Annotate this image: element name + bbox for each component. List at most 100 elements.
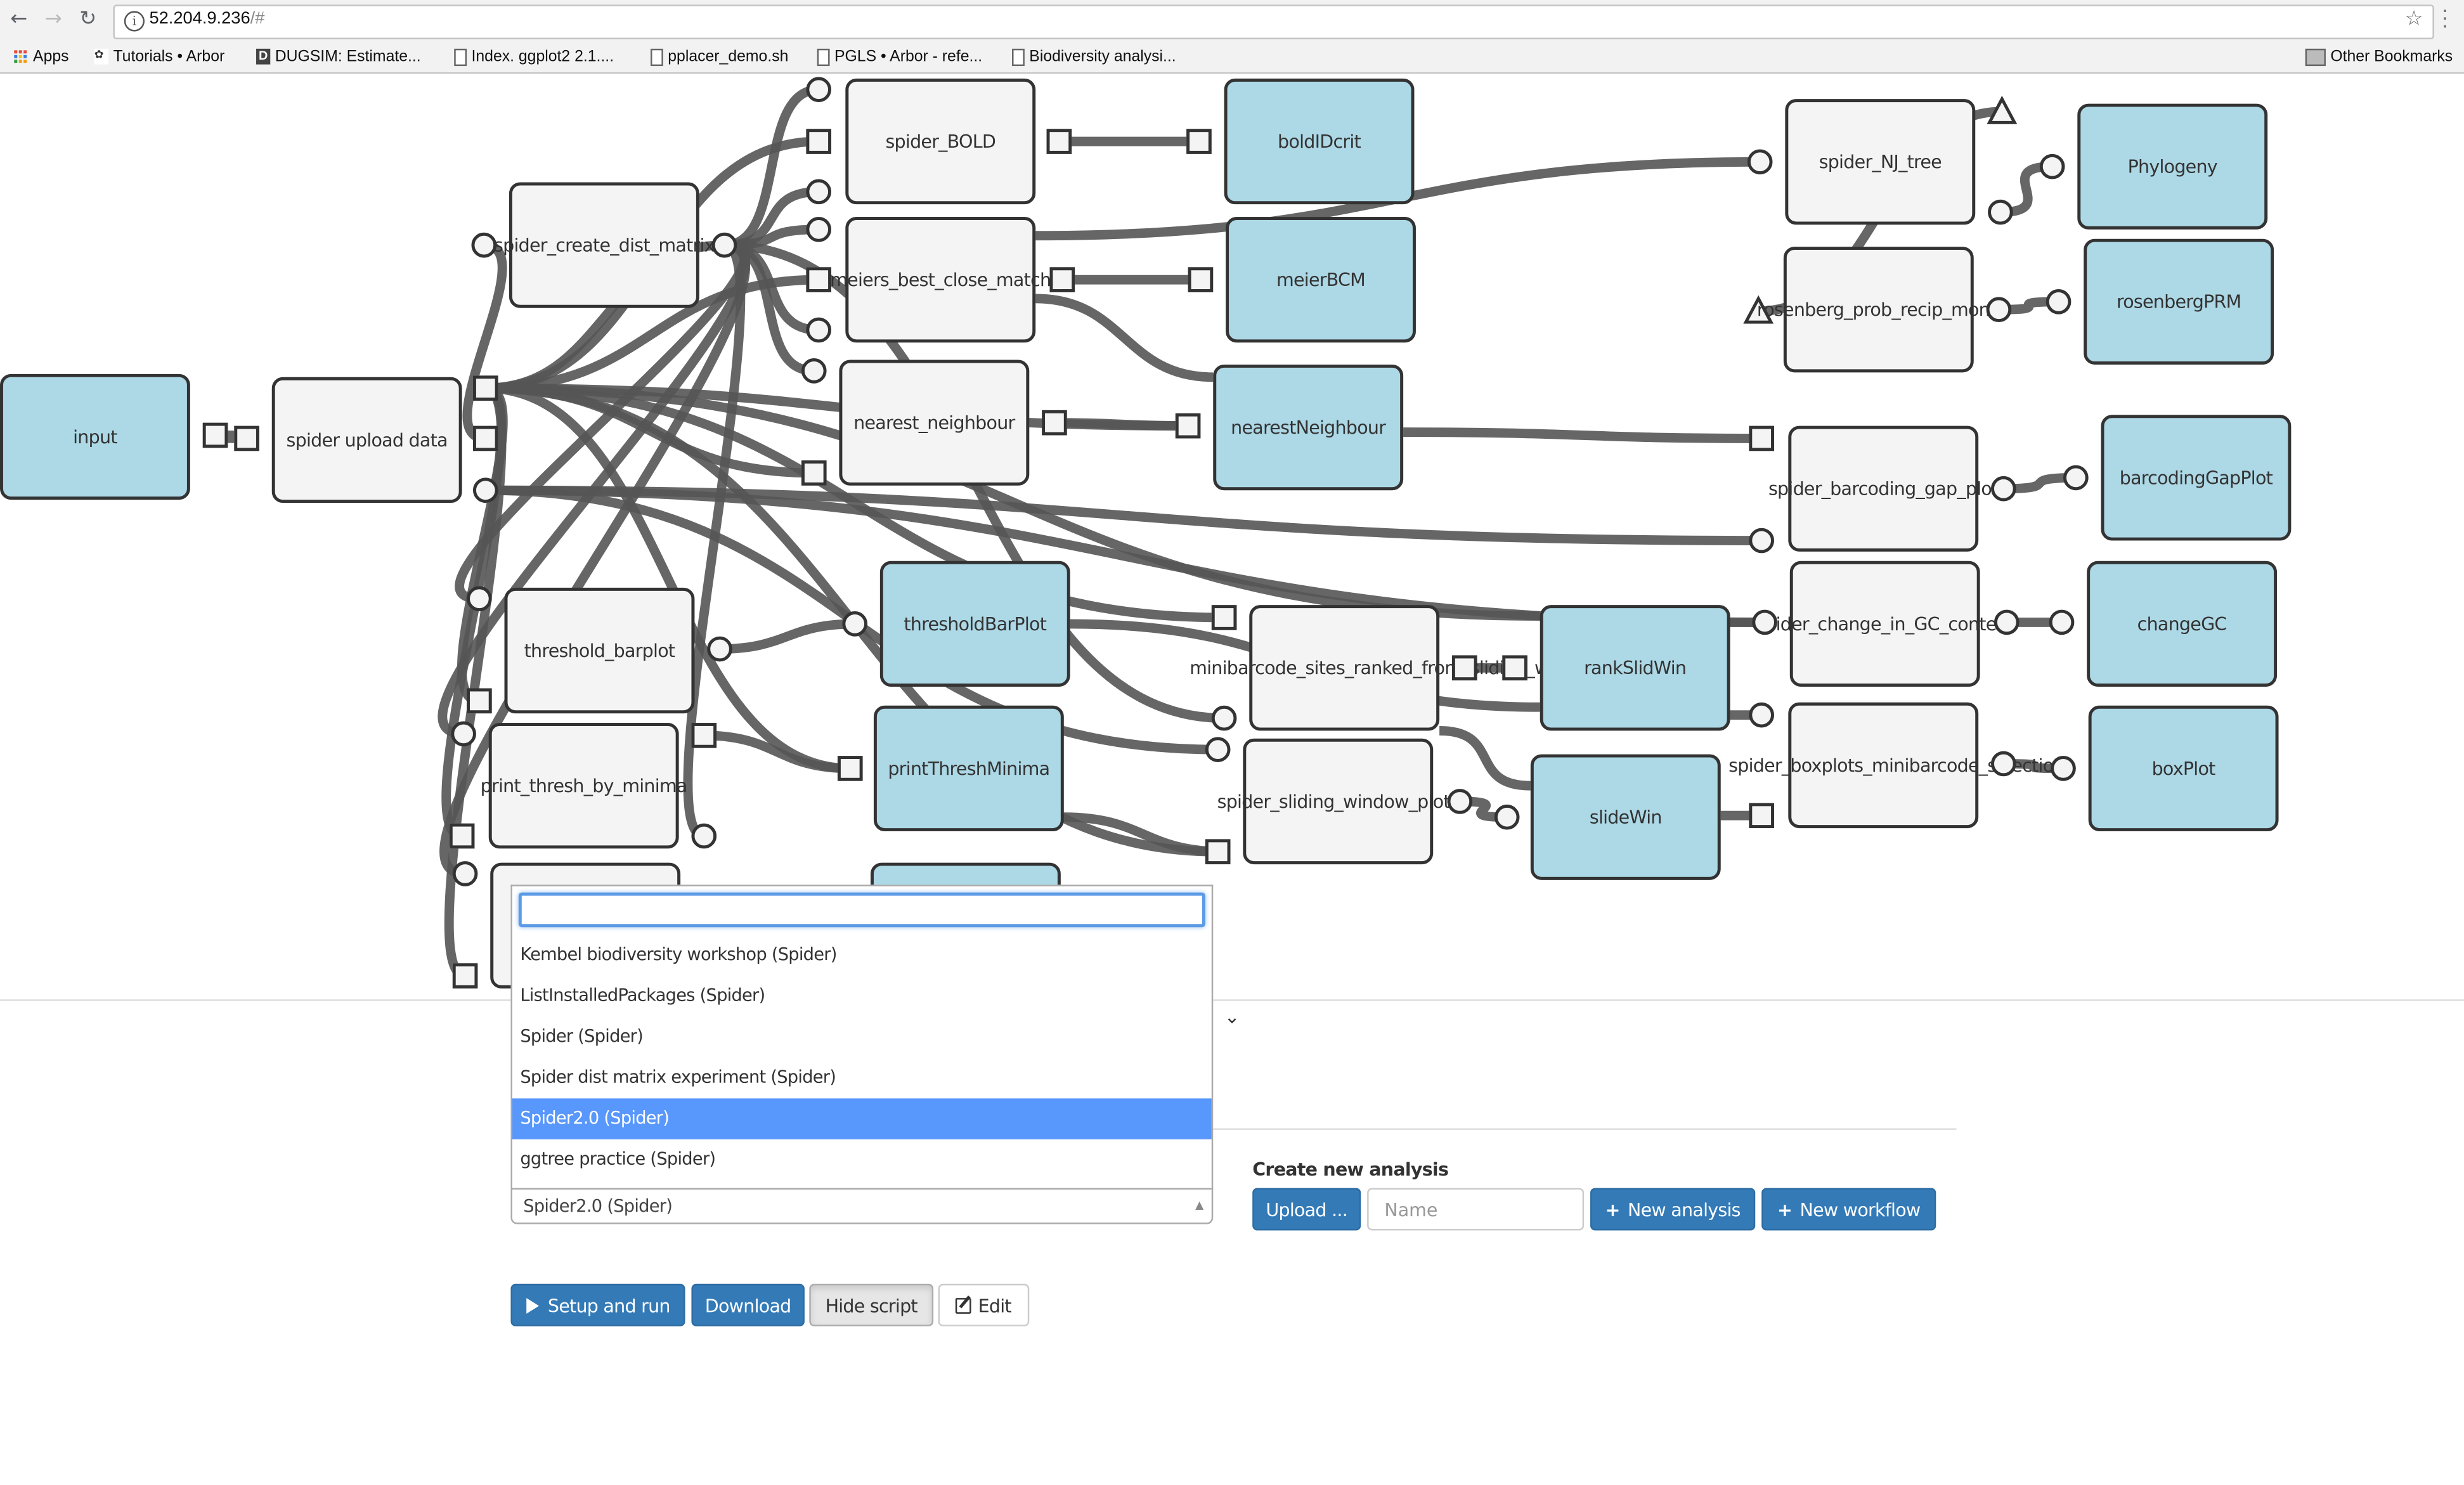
task-node-distmatrix[interactable]: spider_create_dist_matrix — [494, 182, 715, 308]
workflow-graph-canvas[interactable]: input spider upload data spider_create_dis… — [0, 74, 2464, 999]
circle-port-icon[interactable] — [1494, 804, 1520, 830]
dropdown-option-selected[interactable]: Spider2.0 (Spider) — [512, 1098, 1212, 1139]
square-port-icon[interactable] — [1188, 267, 1214, 292]
analysis-name-input[interactable] — [1367, 1188, 1585, 1231]
circle-port-icon[interactable] — [1211, 705, 1237, 731]
circle-port-icon[interactable] — [1749, 528, 1775, 554]
bookmark-ggplot2-index[interactable]: Index. ggplot2 2.1.... — [454, 47, 614, 69]
forward-button[interactable]: → — [41, 8, 66, 33]
download-button[interactable]: Download — [691, 1283, 805, 1326]
square-port-icon[interactable] — [1205, 839, 1231, 865]
data-node-thresholdBarPlot[interactable]: thresholdBarPlot — [879, 561, 1070, 687]
circle-port-icon[interactable] — [1447, 789, 1473, 814]
circle-port-icon[interactable] — [806, 77, 832, 103]
task-node-nn[interactable]: nearest_neighbour — [839, 360, 1030, 486]
square-port-icon[interactable] — [837, 756, 863, 781]
task-node-bold[interactable]: spider_BOLD — [845, 78, 1036, 205]
circle-port-icon[interactable] — [2046, 289, 2072, 315]
task-node-gccontent[interactable]: spider_change_in_GC_content — [1756, 561, 2014, 687]
bookmark-apps[interactable]: Apps — [14, 47, 69, 69]
data-node-rankSlidWin[interactable]: rankSlidWin — [1540, 605, 1730, 731]
square-port-icon[interactable] — [449, 823, 475, 849]
back-button[interactable]: ← — [6, 8, 32, 33]
square-port-icon[interactable] — [467, 688, 492, 714]
task-node-meiers[interactable]: meiers_best_close_match — [830, 217, 1051, 343]
edit-button[interactable]: Edit — [938, 1283, 1030, 1326]
setup-and-run-button[interactable]: Setup and run — [510, 1283, 685, 1326]
circle-port-icon[interactable] — [1205, 737, 1231, 762]
circle-port-icon[interactable] — [1986, 297, 2012, 323]
square-port-icon[interactable] — [472, 375, 498, 401]
square-port-icon[interactable] — [234, 425, 259, 451]
square-port-icon[interactable] — [1175, 413, 1201, 439]
data-node-nearestNeighbour[interactable]: nearestNeighbour — [1213, 364, 1404, 491]
data-node-changeGC[interactable]: changeGC — [2087, 561, 2278, 687]
square-port-icon[interactable] — [1749, 425, 1775, 451]
square-port-icon[interactable] — [806, 129, 832, 154]
circle-port-icon[interactable] — [1752, 609, 1777, 635]
square-port-icon[interactable] — [202, 422, 228, 448]
data-node-barcodingGapPlot[interactable]: barcodingGapPlot — [2101, 415, 2292, 541]
task-node-boxplots[interactable]: spider_boxplots_minibarcode_selection — [1728, 702, 2065, 829]
square-port-icon[interactable] — [1502, 655, 1527, 681]
circle-port-icon[interactable] — [471, 232, 497, 258]
address-bar[interactable]: i 52.204.9.236/# ☆ — [113, 4, 2434, 39]
data-node-printThreshMinima[interactable]: printThreshMinima — [873, 705, 1064, 832]
square-port-icon[interactable] — [1211, 605, 1237, 630]
data-node-meierBCM[interactable]: meierBCM — [1226, 217, 1416, 343]
circle-port-icon[interactable] — [1747, 149, 1773, 175]
dropdown-option[interactable]: Spider (Spider) — [512, 1016, 1212, 1057]
square-port-icon[interactable] — [1046, 129, 1072, 154]
square-port-icon[interactable] — [1186, 129, 1212, 154]
square-port-icon[interactable] — [452, 963, 478, 989]
task-node-minibarcode[interactable]: minibarcode_sites_ranked_from_sliding_wi… — [1190, 605, 1600, 731]
browser-menu-icon[interactable]: · · · — [2442, 1, 2448, 36]
circle-port-icon[interactable] — [691, 823, 717, 849]
bookmark-star-icon[interactable]: ☆ — [2405, 8, 2423, 31]
circle-port-icon[interactable] — [707, 636, 732, 662]
circle-port-icon[interactable] — [842, 611, 868, 637]
new-analysis-button[interactable]: + New analysis — [1590, 1188, 1756, 1231]
site-info-icon[interactable]: i — [124, 11, 145, 32]
data-node-boldIDcrit[interactable]: boldIDcrit — [1224, 78, 1415, 205]
bookmark-pplacer-demo[interactable]: pplacer_demo.sh — [651, 47, 788, 69]
circle-port-icon[interactable] — [451, 721, 476, 747]
circle-port-icon[interactable] — [1991, 751, 2016, 777]
hide-script-button[interactable]: Hide script — [809, 1283, 934, 1326]
dropdown-option[interactable]: Spider dist matrix experiment (Spider) — [512, 1058, 1212, 1098]
task-node-printthresh[interactable]: print_thresh_by_minima — [481, 723, 687, 849]
circle-port-icon[interactable] — [806, 317, 832, 343]
dropdown-option[interactable]: Kembel biodiversity workshop (Spider) — [512, 935, 1212, 976]
square-port-icon[interactable] — [1749, 803, 1775, 829]
circle-port-icon[interactable] — [801, 358, 827, 384]
bookmark-pgls-arbor[interactable]: PGLS • Arbor - refe... — [817, 47, 982, 69]
reload-button[interactable]: ↻ — [75, 8, 101, 33]
circle-port-icon[interactable] — [1988, 199, 2013, 225]
task-node-slidingplots[interactable]: spider_sliding_window_plots — [1217, 738, 1460, 865]
circle-port-icon[interactable] — [2049, 609, 2075, 635]
square-port-icon[interactable] — [691, 723, 717, 748]
bookmark-dugsim[interactable]: D DUGSIM: Estimate... — [256, 47, 421, 69]
circle-port-icon[interactable] — [1991, 476, 2016, 502]
data-node-rosenbergPRM[interactable]: rosenbergPRM — [2084, 238, 2274, 365]
other-bookmarks[interactable]: Other Bookmarks — [2305, 47, 2453, 69]
square-port-icon[interactable] — [472, 425, 498, 451]
circle-port-icon[interactable] — [452, 861, 478, 886]
square-port-icon[interactable] — [1451, 655, 1477, 681]
bookmark-biodiversity-analysis[interactable]: Biodiversity analysi... — [1012, 47, 1176, 69]
new-workflow-button[interactable]: + New workflow — [1761, 1188, 1936, 1231]
dropdown-search-input[interactable] — [518, 892, 1205, 928]
circle-port-icon[interactable] — [711, 232, 737, 258]
data-node-phylogeny[interactable]: Phylogeny — [2077, 103, 2268, 230]
circle-port-icon[interactable] — [1749, 702, 1775, 728]
dropdown-option[interactable]: ListInstalledPackages (Spider) — [512, 976, 1212, 1016]
data-node-input[interactable]: input — [0, 373, 190, 500]
analysis-select[interactable]: Spider2.0 (Spider) ▲ — [510, 1188, 1214, 1224]
square-port-icon[interactable] — [801, 460, 827, 486]
square-port-icon[interactable] — [1049, 267, 1075, 292]
task-node-rosenberg[interactable]: rosenberg_prob_recip_mono — [1757, 247, 2000, 373]
chevron-down-icon[interactable]: ⌄ — [1224, 1006, 1240, 1028]
task-node-threshbar[interactable]: threshold_barplot — [504, 587, 695, 714]
dropdown-option[interactable]: ggtree practice (Spider) — [512, 1139, 1212, 1180]
circle-port-icon[interactable] — [467, 586, 492, 612]
